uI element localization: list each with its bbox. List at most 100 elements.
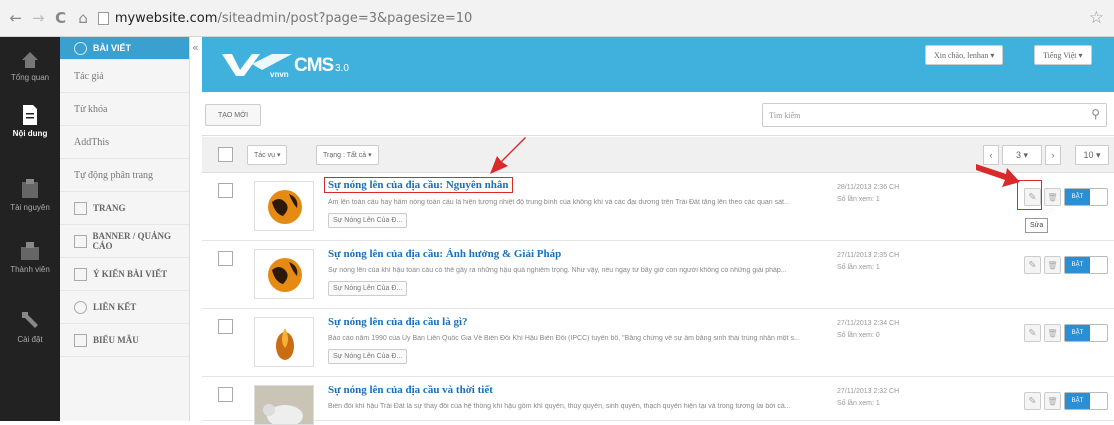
pencil-icon: ✎ — [1028, 259, 1037, 271]
language-menu-button[interactable]: Tiếng Việt ▾ — [1034, 45, 1092, 65]
submenu-section-pages[interactable]: TRANG — [60, 192, 189, 225]
wrench-icon — [22, 312, 38, 328]
search-icon[interactable]: ⚲ — [1091, 107, 1100, 121]
post-date: 28/11/2013 2:36 CH — [837, 184, 900, 191]
row-checkbox[interactable] — [218, 251, 233, 266]
post-thumbnail — [254, 249, 314, 299]
toggle-on-label: BẬT — [1065, 325, 1090, 341]
user-menu-button[interactable]: Xin chào, lenhan ▾ — [925, 45, 1004, 65]
collapse-sidebar-button[interactable]: « — [192, 41, 199, 54]
post-excerpt: Ấm lên toàn cầu hay hâm nóng toàn cầu là… — [328, 199, 790, 206]
edit-tooltip: Sửa — [1025, 218, 1049, 233]
post-tag[interactable]: Sự Nóng Lên Của Đ... — [328, 213, 408, 228]
post-views: Số lần xem: 0 — [837, 332, 880, 339]
delete-button[interactable]: 🗑 — [1044, 188, 1061, 206]
row-checkbox[interactable] — [218, 183, 233, 198]
post-tag[interactable]: Sự Nóng Lên Của Đ... — [328, 349, 408, 364]
bookmark-star-icon[interactable]: ☆ — [1089, 8, 1104, 28]
nav-label: Tài nguyên — [10, 203, 50, 212]
post-thumbnail — [254, 317, 314, 367]
app-header: vnvn CMS 3.0 Xin chào, lenhan ▾ Tiếng Vi… — [202, 37, 1114, 92]
form-icon — [74, 333, 87, 347]
delete-button[interactable]: 🗑 — [1044, 256, 1061, 274]
submenu-item-keywords[interactable]: Từ khóa — [60, 93, 189, 126]
submenu-head-label: BÀI VIẾT — [93, 43, 132, 53]
home-icon — [22, 52, 38, 68]
page-size-select[interactable]: 10 ▾ — [1075, 145, 1109, 165]
toggle-on-label: BẬT — [1065, 393, 1090, 409]
nav-label: Tổng quan — [10, 73, 50, 82]
post-title-link[interactable]: Sự nóng lên của địa cầu: Nguyên nhân — [324, 177, 513, 193]
back-button[interactable]: ← — [9, 9, 22, 27]
submenu-section-banner[interactable]: BANNER / QUẢNG CÁO — [60, 225, 189, 258]
post-excerpt: Báo cáo năm 1990 của Ủy Ban Liên Quốc Gi… — [328, 335, 800, 342]
table-row: Sự nóng lên của địa cầu và thời tiết Biế… — [202, 378, 1114, 425]
submenu-item-autopaging[interactable]: Tự động phân trang — [60, 159, 189, 192]
delete-button[interactable]: 🗑 — [1044, 324, 1061, 342]
forward-button[interactable]: → — [31, 9, 45, 27]
status-filter-dropdown[interactable]: Trạng : Tất cả ▾ — [316, 145, 379, 165]
post-title-link[interactable]: Sự nóng lên của địa cầu là gì? — [328, 316, 468, 328]
section-label: TRANG — [93, 203, 126, 213]
post-excerpt: Sự nóng lên của khí hậu toàn cầu có thể … — [328, 267, 787, 274]
edit-button[interactable]: ✎ — [1024, 324, 1041, 342]
logo-cms: CMS — [294, 55, 334, 76]
submenu-item-authors[interactable]: Tác giả — [60, 60, 189, 93]
post-tag[interactable]: Sự Nóng Lên Của Đ... — [328, 281, 408, 296]
table-row: Sự nóng lên của địa cầu là gì? Báo cáo n… — [202, 310, 1114, 377]
post-date: 27/11/2013 2:34 CH — [837, 320, 900, 327]
url-path: /siteadmin/post?page=3&pagesize=10 — [217, 10, 473, 26]
search-input[interactable]: Tìm kiếm ⚲ — [762, 103, 1107, 127]
section-label: BANNER / QUẢNG CÁO — [92, 231, 172, 251]
members-icon — [21, 242, 39, 260]
row-checkbox[interactable] — [218, 319, 233, 334]
post-meta: 27/11/2013 2:32 CH Số lần xem: 1 — [837, 386, 899, 410]
nav-overview[interactable]: Tổng quan — [0, 51, 60, 82]
row-checkbox[interactable] — [218, 387, 233, 402]
url-domain: mywebsite.com — [114, 10, 218, 26]
home-button[interactable]: ⌂ — [76, 9, 89, 27]
section-label: Ý KIẾN BÀI VIẾT — [93, 269, 168, 279]
publish-toggle[interactable]: BẬT — [1064, 392, 1108, 410]
section-label: BIỂU MẪU — [93, 335, 139, 345]
submenu-item-addthis[interactable]: AddThis — [60, 126, 189, 159]
nav-resources[interactable]: Tài nguyên — [0, 179, 60, 212]
create-new-button[interactable]: TẠO MỚI — [205, 104, 261, 126]
post-title-link[interactable]: Sự nóng lên của địa cầu: Ảnh hưởng & Giả… — [328, 248, 561, 260]
edit-button[interactable]: ✎ — [1024, 256, 1041, 274]
bulk-action-dropdown[interactable]: Tác vụ ▾ — [247, 145, 288, 165]
select-all-checkbox[interactable] — [218, 147, 233, 162]
page-icon — [74, 201, 87, 215]
nav-content[interactable]: Nội dung — [0, 105, 60, 138]
submenu-section-links[interactable]: LIÊN KẾT — [60, 291, 189, 324]
page-icon — [97, 11, 109, 25]
nav-members[interactable]: Thành viên — [0, 241, 60, 274]
edit-button[interactable]: ✎ — [1024, 392, 1041, 410]
trash-icon: 🗑 — [1047, 192, 1058, 202]
post-date: 27/11/2013 2:35 CH — [837, 252, 900, 259]
cms-logo: vnvn CMS 3.0 — [222, 50, 382, 80]
browser-toolbar: ← → C ⌂ mywebsite.com/siteadmin/post?pag… — [0, 0, 1114, 37]
posts-icon — [74, 41, 87, 55]
post-title-link[interactable]: Sự nóng lên của địa cầu và thời tiết — [328, 384, 493, 396]
publish-toggle[interactable]: BẬT — [1064, 188, 1108, 206]
trash-icon: 🗑 — [1047, 260, 1058, 270]
nav-label: Cài đặt — [17, 335, 43, 344]
reload-button[interactable]: C — [54, 9, 67, 27]
section-label: LIÊN KẾT — [93, 302, 137, 312]
submenu-section-forms[interactable]: BIỂU MẪU — [60, 324, 189, 357]
submenu-section-comments[interactable]: Ý KIẾN BÀI VIẾT — [60, 258, 189, 291]
nav-settings[interactable]: Cài đặt — [0, 309, 60, 344]
submenu-posts[interactable]: BÀI VIẾT — [60, 37, 189, 60]
trash-icon: 🗑 — [1047, 396, 1058, 406]
link-icon — [74, 300, 87, 314]
delete-button[interactable]: 🗑 — [1044, 392, 1061, 410]
address-bar[interactable]: mywebsite.com/siteadmin/post?page=3&page… — [97, 6, 1114, 30]
document-icon — [23, 105, 37, 125]
publish-toggle[interactable]: BẬT — [1064, 256, 1108, 274]
logo-version: 3.0 — [335, 63, 349, 74]
post-views: Số lần xem: 1 — [837, 264, 880, 271]
post-date: 27/11/2013 2:32 CH — [837, 388, 900, 395]
next-page-button[interactable]: › — [1045, 145, 1061, 165]
publish-toggle[interactable]: BẬT — [1064, 324, 1108, 342]
